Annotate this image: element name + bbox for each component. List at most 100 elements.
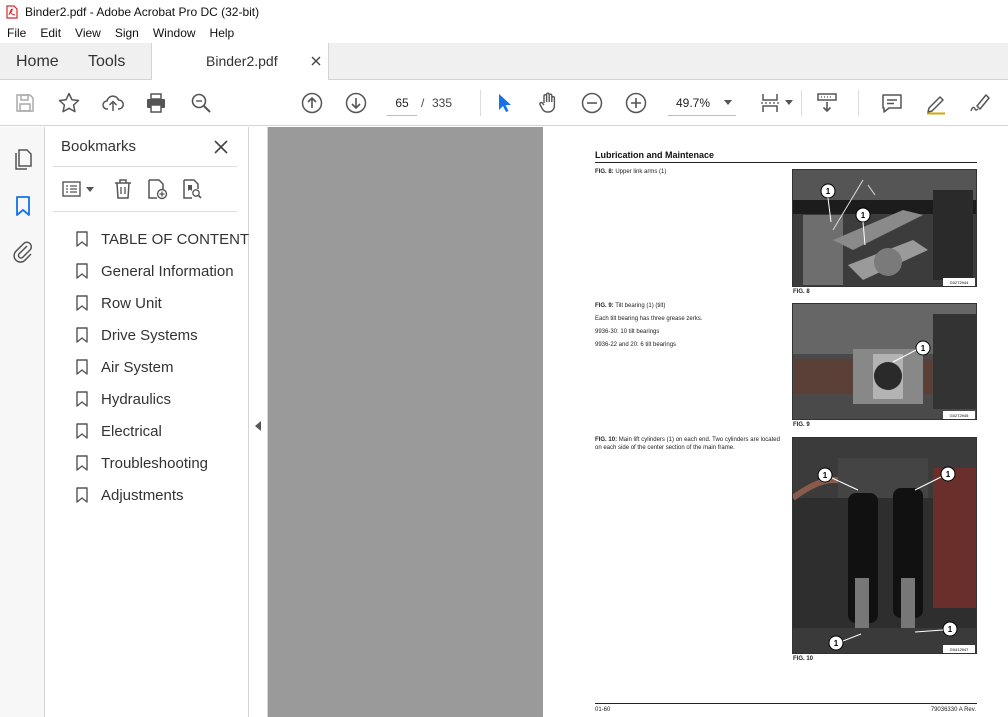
new-bookmark-icon[interactable] xyxy=(145,177,169,201)
toolbar-divider xyxy=(801,90,802,116)
toolbar-divider xyxy=(480,90,481,116)
bookmark-options-icon[interactable] xyxy=(61,177,85,201)
sign-pen-icon[interactable] xyxy=(968,91,992,115)
menu-help[interactable]: Help xyxy=(203,26,242,40)
fig10-callout-2: 1 xyxy=(946,470,951,479)
bookmark-label: Air System xyxy=(101,358,174,376)
bookmark-item[interactable]: TABLE OF CONTENT xyxy=(76,223,250,255)
bookmark-label: General Information xyxy=(101,262,234,280)
fig10-callout-3: 1 xyxy=(834,639,839,648)
bookmark-search-icon[interactable] xyxy=(180,177,204,201)
bookmark-item[interactable]: Air System xyxy=(76,351,246,383)
comment-icon[interactable] xyxy=(880,91,904,115)
tab-home[interactable]: Home xyxy=(16,43,59,80)
bookmark-label: Adjustments xyxy=(101,486,184,504)
fig10-label: FIG. 10 xyxy=(793,656,814,662)
bookmark-label: Row Unit xyxy=(101,294,162,312)
bookmark-icon xyxy=(76,231,88,247)
zoom-in-icon[interactable] xyxy=(624,91,648,115)
toolbar-divider xyxy=(858,90,859,116)
delete-icon[interactable] xyxy=(111,177,135,201)
bookmarks-panel: Bookmarks TABLE OF CONTENT General Infor… xyxy=(45,127,249,717)
fig9-photo: G0272945 1 xyxy=(792,303,977,420)
menu-edit[interactable]: Edit xyxy=(33,26,68,40)
chevron-down-icon[interactable] xyxy=(86,187,94,192)
bookmark-icon[interactable] xyxy=(11,194,35,218)
menu-view[interactable]: View xyxy=(68,26,108,40)
fig8-photo: G0272944 1 1 xyxy=(792,169,977,287)
star-icon[interactable] xyxy=(57,91,81,115)
fig10-photo: G0412947 1 1 1 1 xyxy=(792,437,977,654)
page-number-input[interactable] xyxy=(387,90,417,116)
fig9-label: FIG. 9 xyxy=(793,422,810,428)
zoom-value: 49.7% xyxy=(676,96,711,110)
fig9-line3: 9936-22 and 20: 6 tilt bearings xyxy=(595,342,677,348)
page-heading: Lubrication and Maintenace xyxy=(595,150,715,160)
fig8-callout-1: 1 xyxy=(826,187,831,196)
divider xyxy=(53,166,237,167)
close-icon[interactable] xyxy=(213,139,229,155)
bookmark-item[interactable]: Troubleshooting xyxy=(76,447,246,479)
scroll-mode-icon[interactable] xyxy=(815,91,839,115)
fig8-tag: G0272944 xyxy=(950,280,969,285)
fig8-caption: FIG. 8: Upper link arms (1) xyxy=(595,168,666,176)
bookmark-label: Hydraulics xyxy=(101,390,172,408)
menu-bar: File Edit View Sign Window Help xyxy=(0,23,1008,43)
pages-icon[interactable] xyxy=(11,147,35,171)
pdf-page: Lubrication and Maintenace FIG. 8: Upper… xyxy=(543,127,1008,717)
collapse-arrow-icon[interactable] xyxy=(255,421,261,431)
previous-page-icon[interactable] xyxy=(300,91,324,115)
bookmark-icon xyxy=(76,487,88,503)
fig8-caption-text: Upper link arms (1) xyxy=(613,169,667,175)
zoom-dropdown[interactable]: 49.7% xyxy=(668,90,736,116)
left-rail xyxy=(0,127,45,717)
print-icon[interactable] xyxy=(144,91,168,115)
menu-sign[interactable]: Sign xyxy=(108,26,146,40)
zoom-search-icon[interactable] xyxy=(189,91,213,115)
fig9-line2: 9936-30: 10 tilt bearings xyxy=(595,329,660,335)
zoom-out-icon[interactable] xyxy=(580,91,604,115)
select-cursor-icon[interactable] xyxy=(492,91,516,115)
tab-tools[interactable]: Tools xyxy=(88,43,125,80)
document-viewport[interactable]: Lubrication and Maintenace FIG. 8: Upper… xyxy=(268,127,1008,717)
bookmark-list: TABLE OF CONTENT General Information Row… xyxy=(76,223,250,511)
chevron-down-icon[interactable] xyxy=(785,100,793,105)
page-footer-left: 01-60 xyxy=(595,707,611,713)
fig10-caption-text: Main lift cylinders (1) on each end. Two… xyxy=(595,437,780,451)
menu-window[interactable]: Window xyxy=(146,26,203,40)
close-icon[interactable] xyxy=(309,54,323,68)
page-display-icon[interactable] xyxy=(758,91,782,115)
title-bar: Binder2.pdf - Adobe Acrobat Pro DC (32-b… xyxy=(0,0,1008,23)
fig9-callout: 1 xyxy=(921,344,926,353)
save-icon[interactable] xyxy=(13,91,37,115)
heading-rule xyxy=(595,162,977,163)
next-page-icon[interactable] xyxy=(344,91,368,115)
fig9-caption: FIG. 9: Tilt bearing (1) (tilt) xyxy=(595,302,665,310)
tab-bar: Home Tools Binder2.pdf xyxy=(0,43,1008,81)
bookmark-item[interactable]: Hydraulics xyxy=(76,383,246,415)
bookmark-item[interactable]: Electrical xyxy=(76,415,246,447)
tab-document[interactable]: Binder2.pdf xyxy=(151,43,329,81)
bookmark-item[interactable]: General Information xyxy=(76,255,246,287)
menu-file[interactable]: File xyxy=(0,26,33,40)
divider xyxy=(53,211,237,212)
document-tab-label: Binder2.pdf xyxy=(206,53,278,69)
bookmark-icon xyxy=(76,423,88,439)
bookmark-item[interactable]: Drive Systems xyxy=(76,319,246,351)
highlight-pen-icon[interactable] xyxy=(924,91,948,115)
page-footer-right: 79036330 A Rev. xyxy=(930,707,976,713)
acrobat-logo-icon xyxy=(6,4,18,19)
cloud-upload-icon[interactable] xyxy=(101,91,125,115)
bookmark-label: TABLE OF CONTENT xyxy=(101,230,250,248)
bookmark-label: Drive Systems xyxy=(101,326,198,344)
bookmark-icon xyxy=(76,327,88,343)
fig9-line1: Each tilt bearing has three grease zerks… xyxy=(595,316,703,322)
attachment-icon[interactable] xyxy=(11,240,35,264)
bookmark-item[interactable]: Adjustments xyxy=(76,479,246,511)
fig8-caption-bold: FIG. 8: xyxy=(595,169,614,175)
fig10-tag: G0412947 xyxy=(950,647,969,652)
panel-splitter[interactable] xyxy=(249,127,268,717)
bookmark-icon xyxy=(76,391,88,407)
bookmark-item[interactable]: Row Unit xyxy=(76,287,246,319)
hand-tool-icon[interactable] xyxy=(536,91,560,115)
